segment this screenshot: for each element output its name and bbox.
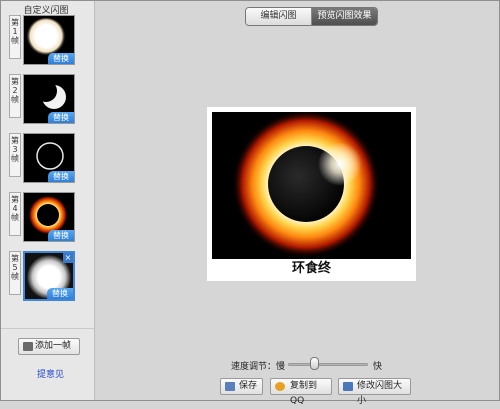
add-frame-button[interactable]: 添加一帧: [18, 338, 80, 355]
tab-edit[interactable]: 编辑闪图: [246, 8, 312, 25]
eclipse-preview: [212, 112, 411, 259]
resize-icon: [343, 382, 353, 391]
frame-number: 第 3 帧: [9, 133, 21, 177]
panel-divider: [1, 328, 94, 329]
resize-label: 修改闪图大小: [357, 381, 403, 406]
frame-number-label: 第 1 帧: [11, 18, 19, 45]
add-frame-label: 添加一帧: [35, 341, 72, 351]
frame-number-label: 第 3 帧: [11, 136, 19, 163]
speed-label: 速度调节：慢: [231, 362, 286, 372]
frame-thumbnail[interactable]: 替换: [23, 74, 75, 124]
replace-button[interactable]: 替换: [48, 230, 74, 241]
copy-to-qq-button[interactable]: 复制到QQ: [270, 378, 332, 406]
frame-number: 第 1 帧: [9, 15, 21, 59]
tab-preview[interactable]: 预览闪图效果: [312, 8, 377, 25]
save-icon: [225, 382, 235, 391]
frame-thumbnail[interactable]: 替换: [23, 15, 75, 65]
preview-caption: 环食终: [291, 261, 331, 276]
frame-number-label: 第 2 帧: [11, 77, 19, 104]
flash-editor-window: 自定义闪图 第 1 帧 替换 第 2 帧 替换 第 3 帧 替换 第 4 帧 替…: [0, 0, 500, 406]
replace-button[interactable]: 替换: [47, 288, 73, 299]
speed-slider-track[interactable]: [288, 363, 368, 366]
replace-button[interactable]: 替换: [48, 112, 74, 123]
frame-number: 第 4 帧: [9, 192, 21, 236]
resize-button[interactable]: 修改闪图大小: [338, 378, 411, 406]
feedback-link[interactable]: 提意见: [37, 367, 64, 380]
frame-item-5[interactable]: 第 5 帧 × 替换: [9, 251, 75, 301]
qq-penguin-icon: [275, 382, 285, 391]
preview-card: 环食终: [207, 107, 416, 281]
frame-item-2[interactable]: 第 2 帧 替换: [9, 74, 75, 124]
frame-number: 第 2 帧: [9, 74, 21, 118]
frame-item-4[interactable]: 第 4 帧 替换: [9, 192, 75, 242]
frame-list-panel: 自定义闪图 第 1 帧 替换 第 2 帧 替换 第 3 帧 替换 第 4 帧 替…: [1, 1, 95, 400]
replace-button[interactable]: 替换: [48, 53, 74, 64]
speed-fast-label: 快: [373, 362, 383, 372]
preview-image: [212, 112, 411, 259]
frame-thumbnail[interactable]: × 替换: [23, 251, 75, 301]
replace-button[interactable]: 替换: [48, 171, 74, 182]
frame-number-label: 第 5 帧: [11, 254, 19, 281]
frame-item-1[interactable]: 第 1 帧 替换: [9, 15, 75, 65]
save-button[interactable]: 保存: [220, 378, 263, 395]
mode-tabs: 编辑闪图 预览闪图效果: [245, 7, 378, 26]
frame-number: 第 5 帧: [9, 251, 21, 295]
frame-thumbnail[interactable]: 替换: [23, 133, 75, 183]
remove-frame-icon[interactable]: ×: [63, 253, 73, 263]
save-label: 保存: [239, 381, 258, 391]
frame-thumbnail[interactable]: 替换: [23, 192, 75, 242]
frame-number-label: 第 4 帧: [11, 195, 19, 222]
frame-item-3[interactable]: 第 3 帧 替换: [9, 133, 75, 183]
add-frame-icon: [23, 342, 33, 351]
copy-to-qq-label: 复制到QQ: [290, 381, 318, 406]
speed-slider-thumb[interactable]: [310, 357, 319, 370]
